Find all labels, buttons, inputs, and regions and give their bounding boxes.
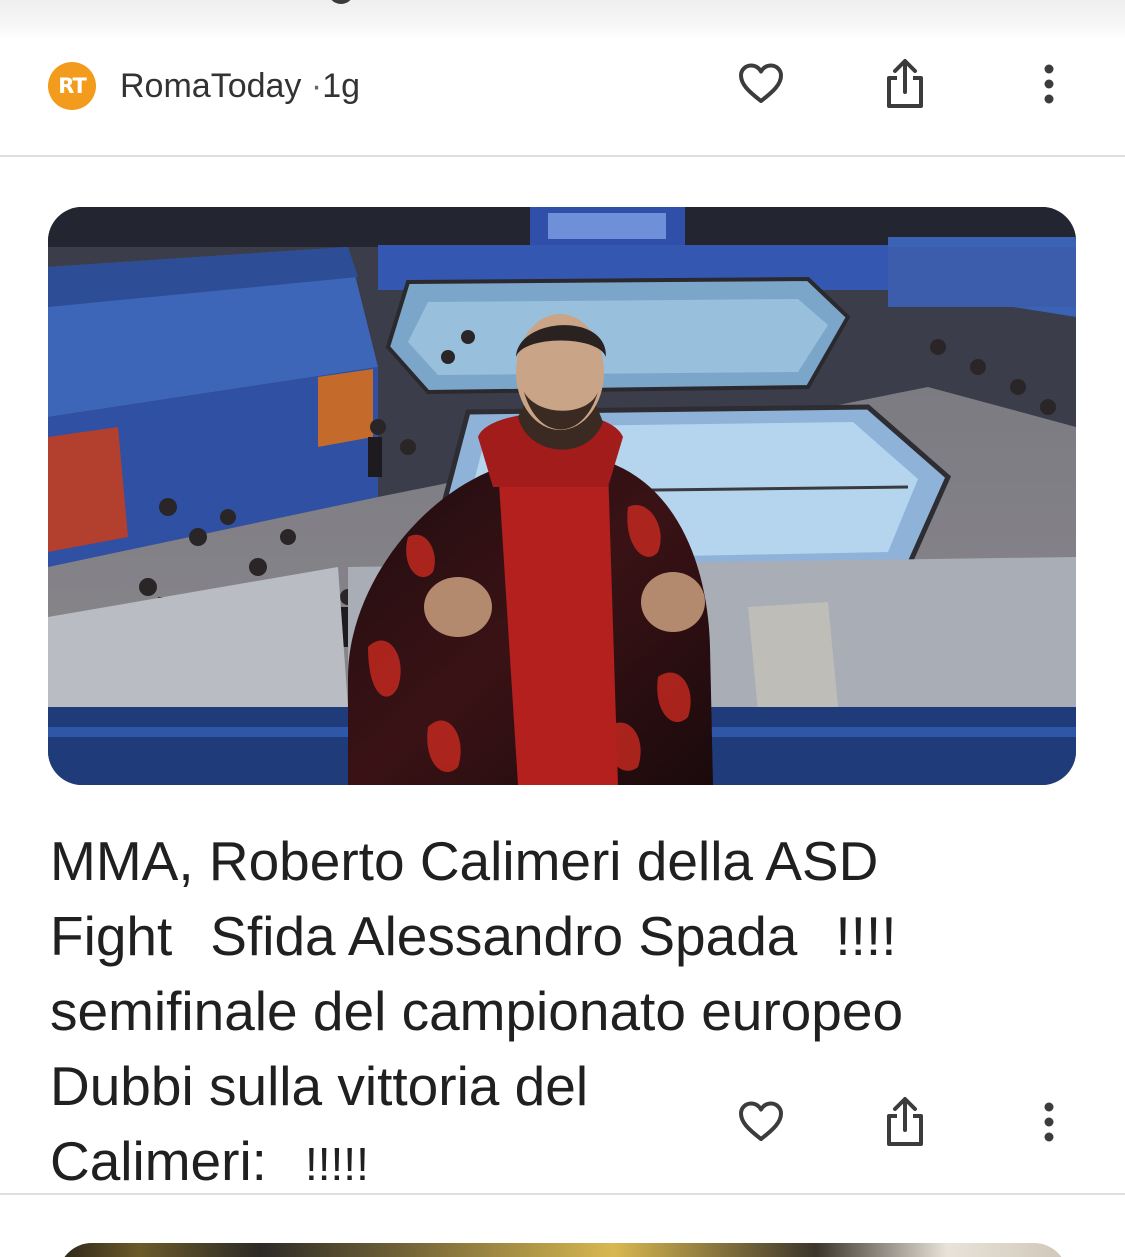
headline-line-3: semifinale del campionato europeo — [50, 980, 904, 1042]
source-row: RT RomaToday ·1g — [0, 50, 1125, 120]
byline-separator: · — [310, 67, 323, 105]
more-vertical-icon — [1044, 64, 1054, 104]
divider — [0, 155, 1125, 157]
share-icon — [887, 59, 923, 108]
headline-line-5a: Calimeri: — [50, 1130, 267, 1192]
share-button-bottom[interactable] — [875, 1092, 935, 1152]
post-age: 1g — [322, 67, 361, 105]
headline-line-2c: !!!! — [835, 905, 897, 967]
next-article-image[interactable] — [58, 1243, 1068, 1257]
headline-line-2: Fight Sfida Alessandro Spada!!!! — [50, 899, 1060, 974]
source-name: RomaToday — [120, 67, 302, 105]
divider — [0, 1193, 1125, 1195]
more-vertical-icon — [1044, 1102, 1054, 1142]
news-feed-screen: RT RomaToday ·1g MMA, Roberto Calimeri d… — [0, 0, 1125, 1257]
source-byline[interactable]: RomaToday ·1g — [120, 62, 360, 110]
headline-line-5b: !!!!! — [304, 1138, 369, 1190]
share-button[interactable] — [875, 54, 935, 114]
more-options-button-bottom[interactable] — [1019, 1092, 1079, 1152]
headline-line-1: MMA, Roberto Calimeri della ASD — [50, 830, 879, 892]
headline-line-2a: Fight — [50, 905, 173, 967]
cut-off-header-text — [328, 0, 354, 4]
like-button-bottom[interactable] — [731, 1092, 791, 1152]
like-button[interactable] — [731, 54, 791, 114]
heart-icon — [739, 1101, 783, 1141]
source-logo[interactable]: RT — [48, 62, 96, 110]
article-image[interactable] — [48, 207, 1076, 785]
more-options-button[interactable] — [1019, 54, 1079, 114]
share-icon — [887, 1097, 923, 1146]
top-header-strip — [0, 0, 1125, 40]
headline-line-2b: Sfida Alessandro Spada — [210, 905, 798, 967]
heart-icon — [739, 63, 783, 103]
arena-photo — [48, 207, 1076, 785]
